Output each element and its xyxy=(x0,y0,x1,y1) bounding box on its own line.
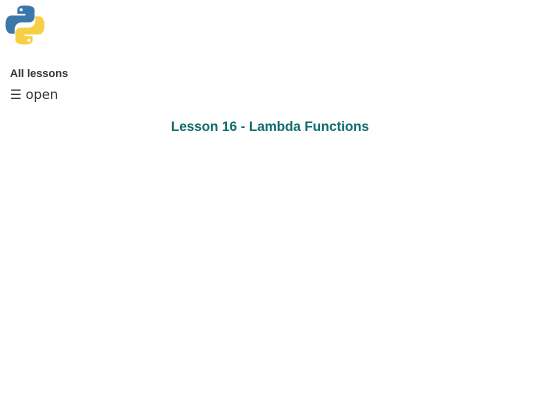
page: All lessons ☰ open Lesson 16 - Lambda Fun… xyxy=(0,0,540,405)
python-logo-icon[interactable] xyxy=(4,4,46,46)
all-lessons-link[interactable]: All lessons xyxy=(10,68,68,80)
lesson-title: Lesson 16 - Lambda Functions xyxy=(170,119,370,134)
menu-toggle-label: open xyxy=(25,88,59,103)
hamburger-menu-icon: ☰ xyxy=(10,88,22,103)
menu-open-toggle[interactable]: ☰ open xyxy=(10,88,58,103)
